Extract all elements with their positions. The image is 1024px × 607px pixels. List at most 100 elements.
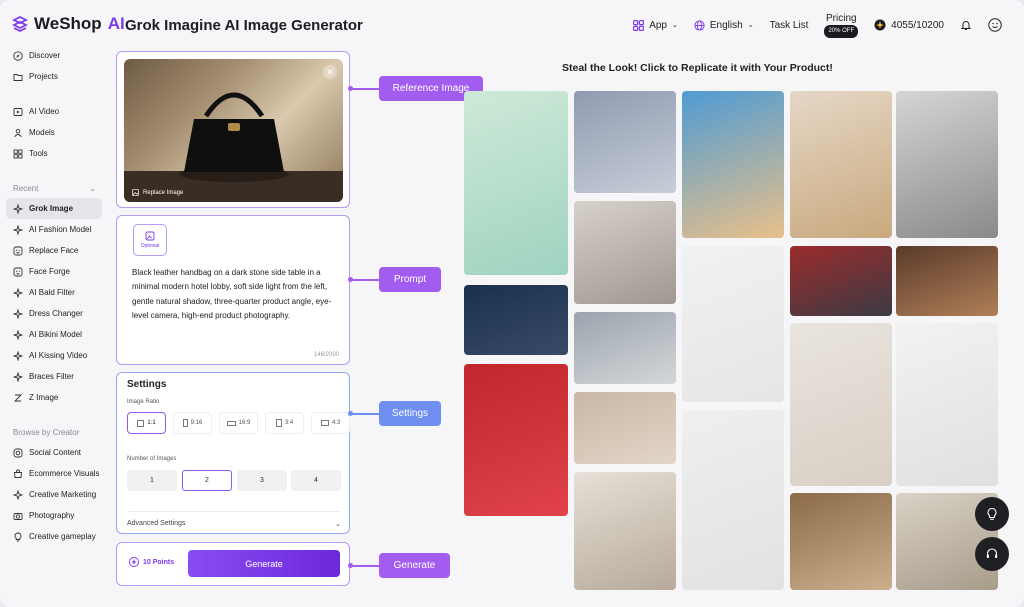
gallery-tile-white-top-model[interactable] — [790, 323, 892, 486]
points-coin-icon — [129, 557, 139, 567]
sidebar-item-social-content[interactable]: Social Content — [0, 442, 108, 463]
sidebar-item-braces-filter[interactable]: Braces Filter — [0, 366, 108, 387]
sidebar-item-label: AI Bikini Model — [29, 330, 82, 339]
z-icon — [13, 393, 23, 403]
sidebar-item-ecommerce-visuals[interactable]: Ecommerce Visuals — [0, 463, 108, 484]
user-avatar[interactable] — [988, 18, 1002, 32]
ratio-option-9-16[interactable]: 9:16 — [173, 412, 212, 434]
gallery-tile-toy-figure-stars[interactable] — [464, 285, 568, 355]
ratio-option-1-1[interactable]: 1:1 — [127, 412, 166, 434]
image-count-option-4[interactable]: 4 — [291, 470, 341, 491]
generate-button[interactable]: Generate — [188, 550, 340, 577]
gallery-tile-hat-portrait[interactable] — [574, 472, 676, 590]
image-add-icon — [145, 231, 155, 241]
sidebar-item-creative-gameplay[interactable]: Creative gameplay — [0, 526, 108, 547]
ratio-option-3-4[interactable]: 3:4 — [265, 412, 304, 434]
callout-connector — [350, 413, 380, 415]
gallery-tile-clay-figure[interactable] — [682, 410, 784, 590]
gallery-tile-butterfly-portrait[interactable] — [896, 91, 998, 238]
sidebar-item-label: AI Fashion Model — [29, 225, 92, 234]
settings-title: Settings — [127, 379, 167, 390]
gallery-tile-room-mirror[interactable] — [896, 246, 998, 316]
marketing-icon — [13, 489, 23, 500]
number-of-images-label: Number of Images — [127, 456, 177, 462]
language-label: English — [709, 19, 743, 31]
gallery-tile-street-fashion[interactable] — [574, 392, 676, 464]
support-button[interactable] — [975, 537, 1009, 571]
sidebar-item-tools[interactable]: Tools — [0, 143, 108, 164]
headset-icon — [986, 548, 998, 558]
gallery-tile-red-chair-bag[interactable] — [790, 246, 892, 316]
sidebar-item-photography[interactable]: Photography — [0, 505, 108, 526]
face-icon — [13, 267, 23, 277]
credits-display[interactable]: 4055/10200 — [874, 19, 944, 31]
gallery-tile-pizza-smile[interactable] — [682, 91, 784, 238]
sidebar-item-ai-fashion-model[interactable]: AI Fashion Model — [0, 219, 108, 240]
tips-button[interactable] — [975, 497, 1009, 531]
sidebar-item-label: Social Content — [29, 448, 82, 457]
sidebar-item-ai-bikini-model[interactable]: AI Bikini Model — [0, 324, 108, 345]
gallery-tile-3d-doll-bubbles[interactable] — [464, 91, 568, 275]
sidebar-item-ai-video[interactable]: AI Video — [0, 101, 108, 122]
replace-image-button[interactable]: Replace Image — [132, 189, 183, 196]
sidebar-item-grok-image[interactable]: Grok Image — [6, 198, 102, 219]
folder-icon — [13, 72, 23, 82]
sidebar-item-label: Projects — [29, 72, 58, 81]
notification-button[interactable] — [960, 19, 972, 31]
optional-upload-button[interactable]: Optional — [133, 224, 167, 256]
brand-name: WeShop — [34, 14, 102, 33]
image-count-option-1[interactable]: 1 — [127, 470, 177, 491]
sidebar-item-dress-changer[interactable]: Dress Changer — [0, 303, 108, 324]
ratio-label: 4:3 — [331, 420, 341, 426]
ratio-option-16-9[interactable]: 16:9 — [219, 412, 258, 434]
language-menu[interactable]: English ⌄ — [694, 20, 754, 31]
gallery-tile-mirror-portrait[interactable] — [790, 493, 892, 590]
close-icon[interactable]: ✕ — [323, 65, 337, 79]
gallery-tile-silver-hair-doll[interactable] — [464, 364, 568, 516]
sidebar-item-label: AI Kissing Video — [29, 351, 88, 360]
sparkle-icon — [13, 287, 23, 298]
callout-settings: Settings — [379, 401, 441, 426]
gallery-tile-icecream-figure[interactable] — [682, 246, 784, 402]
reference-image[interactable]: ✕ Replace Image — [124, 59, 343, 202]
face-icon — [13, 246, 23, 256]
sidebar-item-models[interactable]: Models — [0, 122, 108, 143]
settings-panel: Settings Image Ratio 1:1 9:16 16:9 3:4 4:3 N… — [116, 372, 350, 534]
top-nav: App ⌄ English ⌄ Task List Pricing 20% OF… — [633, 12, 1002, 38]
pricing-link[interactable]: Pricing 20% OFF — [824, 13, 859, 38]
optional-label: Optional — [140, 243, 160, 249]
sidebar-item-ai-kissing-video[interactable]: AI Kissing Video — [0, 345, 108, 366]
gallery-tile-sofa-selfie[interactable] — [790, 91, 892, 238]
task-list-link[interactable]: Task List — [770, 20, 809, 31]
image-ratio-label: Image Ratio — [127, 399, 160, 405]
chevron-down-icon: ⌄ — [672, 22, 678, 29]
sidebar-item-face-forge[interactable]: Face Forge — [0, 261, 108, 282]
sidebar-item-creative-marketing[interactable]: Creative Marketing — [0, 484, 108, 505]
brand-logo[interactable]: WeShop AI — [12, 14, 125, 34]
aspect-ratio-icon — [137, 419, 145, 427]
sidebar-item-discover[interactable]: Discover — [0, 45, 108, 66]
gallery-tile-handbag-rocks[interactable] — [574, 312, 676, 384]
sidebar-item-label: Grok Image — [29, 204, 74, 213]
ratio-option-4-3[interactable]: 4:3 — [311, 412, 350, 434]
sidebar-item-projects[interactable]: Projects — [0, 66, 108, 87]
prompt-textarea[interactable]: Black leather handbag on a dark stone si… — [132, 266, 346, 323]
gallery-tile-black-vest-model[interactable] — [896, 323, 998, 486]
sidebar-item-ai-bald-filter[interactable]: AI Bald Filter — [0, 282, 108, 303]
sparkle-icon — [13, 203, 23, 214]
sidebar-item-z-image[interactable]: Z Image — [0, 387, 108, 408]
video-icon — [13, 107, 23, 117]
advanced-settings-toggle[interactable]: Advanced Settings ⌄ — [127, 511, 341, 528]
ratio-label: 9:16 — [190, 420, 203, 426]
sidebar-item-label: AI Video — [29, 107, 60, 116]
image-count-option-3[interactable]: 3 — [237, 470, 287, 491]
sidebar-item-replace-face[interactable]: Replace Face — [0, 240, 108, 261]
gallery-tile-sofa-mascot[interactable] — [574, 201, 676, 304]
generate-panel: 10 Points Generate — [116, 542, 350, 586]
image-count-option-2[interactable]: 2 — [182, 470, 232, 491]
app-menu[interactable]: App ⌄ — [633, 20, 678, 31]
gallery-tile-city-building[interactable] — [574, 91, 676, 193]
recent-section-header[interactable]: Recent ⌄ — [0, 178, 108, 198]
